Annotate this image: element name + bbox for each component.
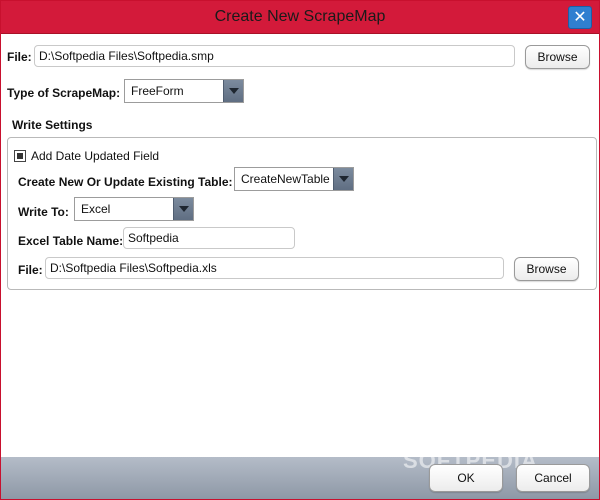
- dialog-window: Create New ScrapeMap ✕ File: D:\Softpedi…: [0, 0, 600, 500]
- create-update-label: Create New Or Update Existing Table:: [18, 175, 233, 189]
- table-name-label: Excel Table Name:: [18, 234, 124, 248]
- write-settings-title: Write Settings: [12, 118, 93, 132]
- write-to-label: Write To:: [18, 205, 69, 219]
- close-icon: ✕: [573, 9, 587, 26]
- write-to-select-value: Excel: [81, 202, 111, 216]
- file-label: File:: [7, 50, 32, 64]
- file-path-input[interactable]: D:\Softpedia Files\Softpedia.smp: [34, 45, 515, 67]
- title-bar[interactable]: Create New ScrapeMap ✕: [1, 1, 599, 34]
- add-date-checkbox[interactable]: [14, 150, 26, 162]
- write-to-select[interactable]: Excel: [74, 197, 194, 221]
- output-browse-button[interactable]: Browse: [514, 257, 579, 281]
- output-file-label: File:: [18, 263, 43, 277]
- type-label: Type of ScrapeMap:: [7, 86, 121, 100]
- close-button[interactable]: ✕: [568, 6, 592, 29]
- create-update-select-value: CreateNewTable: [241, 172, 330, 186]
- browse-button[interactable]: Browse: [525, 45, 590, 69]
- type-select[interactable]: FreeForm: [124, 79, 244, 103]
- table-name-input[interactable]: Softpedia: [123, 227, 295, 249]
- chevron-down-icon[interactable]: [173, 198, 193, 220]
- ok-button[interactable]: OK: [429, 464, 503, 492]
- dialog-title: Create New ScrapeMap: [214, 8, 386, 25]
- add-date-label: Add Date Updated Field: [31, 149, 160, 163]
- output-file-input[interactable]: D:\Softpedia Files\Softpedia.xls: [45, 257, 504, 279]
- type-select-value: FreeForm: [131, 84, 184, 98]
- create-update-select[interactable]: CreateNewTable: [234, 167, 354, 191]
- chevron-down-icon[interactable]: [333, 168, 353, 190]
- cancel-button[interactable]: Cancel: [516, 464, 590, 492]
- chevron-down-icon[interactable]: [223, 80, 243, 102]
